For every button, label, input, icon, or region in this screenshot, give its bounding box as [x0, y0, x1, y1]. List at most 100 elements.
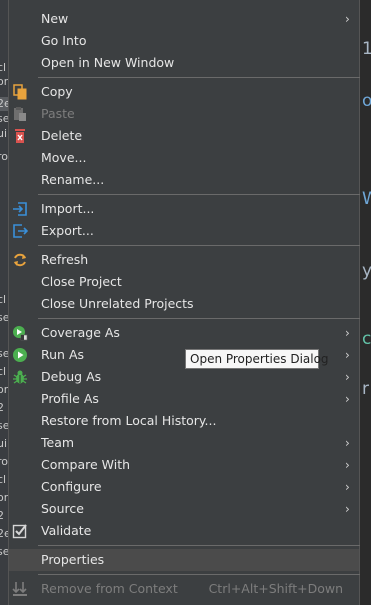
- background-text: se: [0, 545, 8, 558]
- menu-item-label: Close Unrelated Projects: [41, 296, 194, 311]
- background-text: cl: [0, 61, 7, 74]
- menu-item-close-unrelated-projects[interactable]: Close Unrelated Projects: [9, 293, 359, 315]
- background-text: or: [0, 75, 8, 88]
- export-icon: [12, 223, 29, 239]
- menu-item-paste[interactable]: Paste: [9, 103, 359, 125]
- background-text: cl: [0, 293, 7, 306]
- background-text: 2: [0, 401, 4, 414]
- background-package-explorer: cl or 2e se ui ro cl se se cl or 2 se ui…: [0, 0, 8, 605]
- background-text: r: [362, 379, 369, 399]
- background-text: cl: [0, 365, 7, 378]
- submenu-arrow-icon: ›: [345, 326, 350, 340]
- submenu-arrow-icon: ›: [345, 480, 350, 494]
- menu-item-label: New: [41, 11, 69, 26]
- tooltip: Open Properties Dialog: [185, 349, 329, 369]
- menu-item-validate[interactable]: Validate: [9, 520, 359, 542]
- background-text: 2e: [0, 527, 8, 540]
- coverage-icon: [12, 325, 28, 341]
- menu-item-label: Open in New Window: [41, 55, 175, 70]
- submenu-arrow-icon: ›: [345, 348, 350, 362]
- validate-icon: [12, 523, 28, 539]
- menu-item-label: Close Project: [41, 274, 122, 289]
- menu-item-delete[interactable]: Delete: [9, 125, 359, 147]
- menu-item-label: Debug As: [41, 369, 102, 384]
- delete-icon: [12, 128, 28, 144]
- context-menu: New › Go Into Open in New Window Copy Pa…: [8, 0, 360, 605]
- menu-item-refresh[interactable]: Refresh: [9, 249, 359, 271]
- menu-item-label: Coverage As: [41, 325, 120, 340]
- background-text: se: [0, 311, 8, 324]
- background-text: cl: [362, 329, 371, 349]
- background-text: se: [0, 347, 8, 360]
- menu-item-coverage-as[interactable]: Coverage As ›: [9, 322, 359, 344]
- menu-item-label: Go Into: [41, 33, 87, 48]
- menu-item-label: Export...: [41, 223, 94, 238]
- menu-separator: [38, 245, 360, 246]
- menu-item-source[interactable]: Source ›: [9, 498, 359, 520]
- menu-item-copy[interactable]: Copy: [9, 81, 359, 103]
- copy-icon: [12, 84, 28, 100]
- menu-separator: [38, 574, 360, 575]
- menu-item-label: Properties: [41, 552, 105, 567]
- menu-item-label: Copy: [41, 84, 73, 99]
- menu-item-export[interactable]: Export...: [9, 220, 359, 242]
- submenu-arrow-icon: ›: [345, 436, 350, 450]
- menu-item-configure[interactable]: Configure ›: [9, 476, 359, 498]
- menu-item-team[interactable]: Team ›: [9, 432, 359, 454]
- menu-item-open-in-new-window[interactable]: Open in New Window: [9, 52, 359, 74]
- menu-item-label: Run As: [41, 347, 85, 362]
- menu-item-profile-as[interactable]: Profile As ›: [9, 388, 359, 410]
- menu-item-label: Rename...: [41, 172, 105, 187]
- submenu-arrow-icon: ›: [345, 458, 350, 472]
- menu-item-import[interactable]: Import...: [9, 198, 359, 220]
- menu-item-label: Profile As: [41, 391, 99, 406]
- menu-item-label: Refresh: [41, 252, 89, 267]
- background-text: 2e: [0, 97, 8, 111]
- menu-item-label: Paste: [41, 106, 75, 121]
- menu-item-debug-as[interactable]: Debug As ›: [9, 366, 359, 388]
- menu-item-close-project[interactable]: Close Project: [9, 271, 359, 293]
- menu-item-remove-from-context[interactable]: Remove from Context Ctrl+Alt+Shift+Down: [9, 578, 359, 600]
- background-text: 2: [0, 509, 4, 522]
- background-text: 1: [362, 39, 371, 59]
- menu-item-move[interactable]: Move...: [9, 147, 359, 169]
- menu-separator: [38, 77, 360, 78]
- menu-item-rename[interactable]: Rename...: [9, 169, 359, 191]
- menu-item-label: Validate: [41, 523, 92, 538]
- background-text: or: [0, 383, 8, 396]
- submenu-arrow-icon: ›: [345, 392, 350, 406]
- background-text: y: [362, 261, 371, 281]
- menu-item-go-into[interactable]: Go Into: [9, 30, 359, 52]
- menu-item-label: Configure: [41, 479, 102, 494]
- paste-icon: [12, 106, 28, 122]
- refresh-icon: [12, 252, 28, 268]
- background-text: se: [0, 112, 8, 125]
- submenu-arrow-icon: ›: [345, 502, 350, 516]
- menu-item-restore-from-local-history[interactable]: Restore from Local History...: [9, 410, 359, 432]
- menu-separator: [38, 194, 360, 195]
- menu-item-properties[interactable]: Properties: [9, 549, 359, 571]
- remove-context-icon: [12, 581, 28, 597]
- background-text: ui: [0, 127, 8, 140]
- background-text: W: [362, 189, 371, 209]
- menu-item-label: Import...: [41, 201, 95, 216]
- background-text: se: [0, 419, 8, 432]
- menu-separator: [38, 318, 360, 319]
- background-text: ui: [0, 437, 8, 450]
- background-text: ro: [0, 455, 8, 468]
- menu-item-compare-with[interactable]: Compare With ›: [9, 454, 359, 476]
- background-text: or: [362, 91, 371, 111]
- menu-item-label: Restore from Local History...: [41, 413, 217, 428]
- submenu-arrow-icon: ›: [345, 12, 350, 26]
- background-editor: 1 or W y cl r: [360, 0, 371, 605]
- menu-item-label: Team: [41, 435, 75, 450]
- menu-item-label: Delete: [41, 128, 83, 143]
- submenu-arrow-icon: ›: [345, 370, 350, 384]
- background-text: or: [0, 491, 8, 504]
- run-icon: [12, 347, 28, 363]
- menu-item-label: Move...: [41, 150, 87, 165]
- menu-item-new[interactable]: New ›: [9, 8, 359, 30]
- background-text: ro: [0, 150, 8, 163]
- menu-item-label: Source: [41, 501, 84, 516]
- menu-item-shortcut: Ctrl+Alt+Shift+Down: [208, 581, 343, 596]
